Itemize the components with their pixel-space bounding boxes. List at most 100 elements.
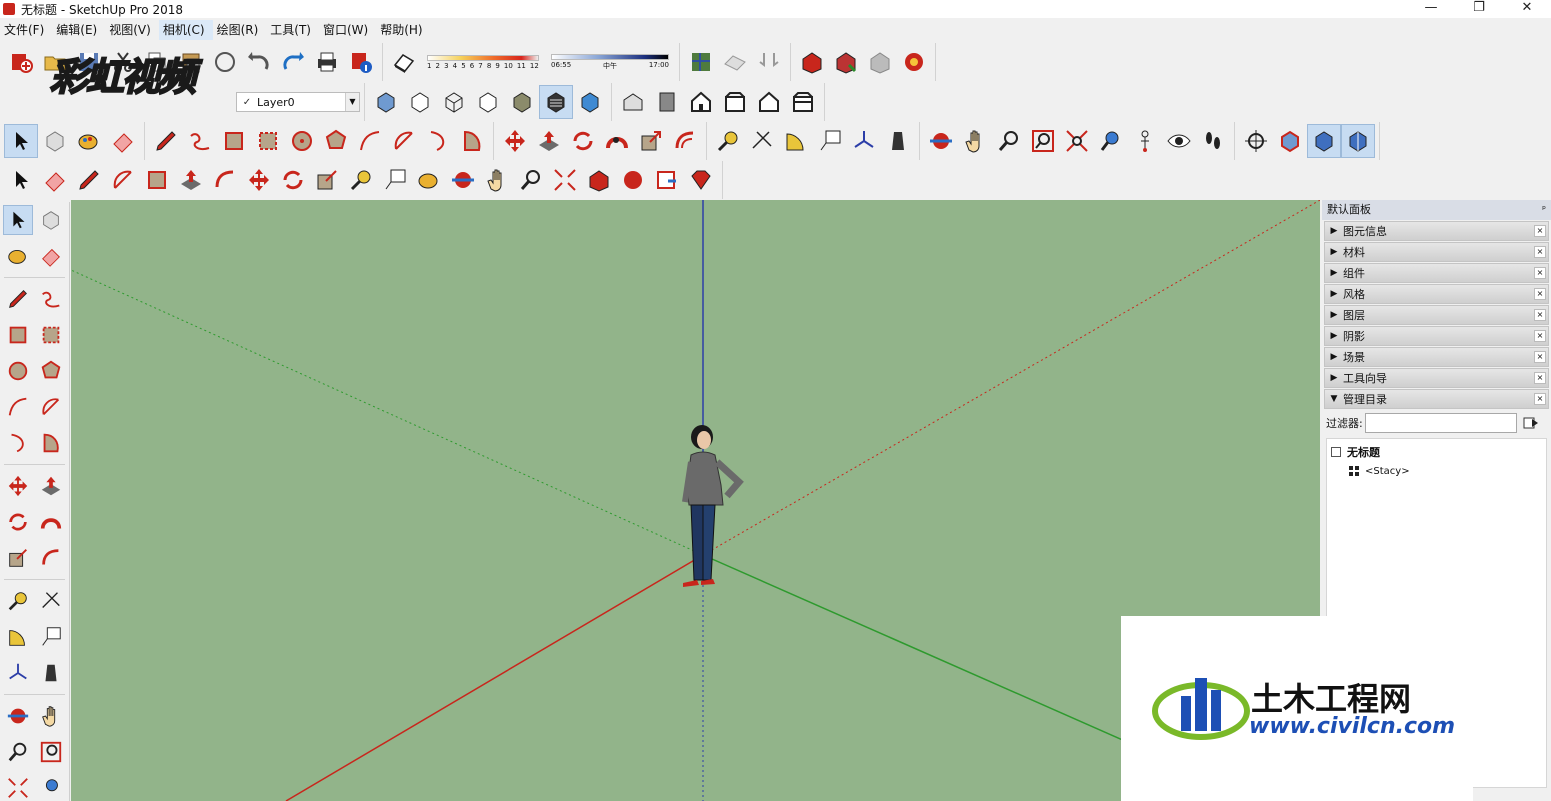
make-component-tool[interactable] — [36, 205, 66, 235]
time-slider-track[interactable] — [551, 53, 669, 60]
shaded-textures-button[interactable] — [539, 85, 573, 119]
circle-tool-button[interactable] — [285, 124, 319, 158]
panel-styles[interactable]: ▶ 风格 × — [1324, 284, 1549, 304]
close-icon[interactable]: × — [1534, 309, 1546, 321]
close-icon[interactable]: × — [1534, 288, 1546, 300]
display-section-planes-button[interactable] — [1273, 124, 1307, 158]
make-component-button[interactable] — [38, 124, 72, 158]
pan-tool[interactable] — [36, 701, 66, 731]
restore-button[interactable]: ❐ — [1455, 0, 1503, 18]
filter-input[interactable] — [1364, 413, 1517, 433]
offset-tool-button-2[interactable] — [208, 163, 242, 197]
menu-draw[interactable]: 绘图(R) — [213, 20, 267, 40]
panel-instructor[interactable]: ▶ 工具向导 × — [1324, 368, 1549, 388]
eraser-tool[interactable] — [36, 241, 66, 271]
extension-warehouse-button[interactable] — [897, 45, 931, 79]
rotate-tool[interactable] — [3, 507, 33, 537]
pan-button[interactable] — [958, 124, 992, 158]
zoom-extents-tool[interactable] — [3, 773, 33, 801]
back-view-button[interactable] — [752, 85, 786, 119]
toggle-terrain-button[interactable] — [718, 45, 752, 79]
panel-entity-info[interactable]: ▶ 图元信息 × — [1324, 221, 1549, 241]
top-view-button[interactable] — [650, 85, 684, 119]
push-pull-tool[interactable] — [36, 471, 66, 501]
zoom-window-button[interactable] — [1026, 124, 1060, 158]
scale-tool-button[interactable] — [634, 124, 668, 158]
rotate-tool-button[interactable] — [566, 124, 600, 158]
menu-camera[interactable]: 相机(C) — [158, 20, 213, 40]
follow-me-tool[interactable] — [36, 507, 66, 537]
3d-warehouse-button-2[interactable] — [582, 163, 616, 197]
protractor-button[interactable] — [779, 124, 813, 158]
3pt-arc-tool[interactable] — [3, 428, 33, 458]
outliner-item[interactable]: <Stacy> — [1331, 461, 1542, 481]
wireframe-button[interactable] — [437, 85, 471, 119]
rectangle-tool-button[interactable] — [217, 124, 251, 158]
line-tool-button-2[interactable] — [72, 163, 106, 197]
tape-measure-button-2[interactable] — [344, 163, 378, 197]
select-tool-button-2[interactable] — [4, 163, 38, 197]
zoom-extents-button-2[interactable] — [548, 163, 582, 197]
panel-shadows[interactable]: ▶ 阴影 × — [1324, 326, 1549, 346]
move-tool[interactable] — [3, 471, 33, 501]
share-component-button[interactable] — [863, 45, 897, 79]
paint-bucket-button[interactable] — [72, 124, 106, 158]
3d-text-button[interactable] — [881, 124, 915, 158]
extension-manager-button[interactable] — [684, 163, 718, 197]
panel-scenes[interactable]: ▶ 场景 × — [1324, 347, 1549, 367]
right-view-button[interactable] — [718, 85, 752, 119]
zoom-extents-button[interactable] — [1060, 124, 1094, 158]
print-button[interactable] — [310, 45, 344, 79]
previous-view-button[interactable] — [1094, 124, 1128, 158]
pie-tool[interactable] — [36, 428, 66, 458]
dimension-tool[interactable] — [36, 586, 66, 616]
look-around-button[interactable] — [1162, 124, 1196, 158]
line-tool[interactable] — [3, 284, 33, 314]
date-slider-track[interactable] — [427, 54, 539, 61]
section-plane-button[interactable] — [1239, 124, 1273, 158]
tape-measure-tool[interactable] — [3, 586, 33, 616]
hidden-line-button[interactable] — [471, 85, 505, 119]
move-tool-button-2[interactable] — [242, 163, 276, 197]
outliner-details-icon[interactable] — [1523, 415, 1539, 431]
close-icon[interactable]: × — [1534, 330, 1546, 342]
close-icon[interactable]: × — [1534, 393, 1546, 405]
push-pull-button-2[interactable] — [174, 163, 208, 197]
panel-components[interactable]: ▶ 组件 × — [1324, 263, 1549, 283]
model-info-button[interactable] — [344, 45, 378, 79]
minimize-button[interactable]: — — [1407, 0, 1455, 18]
pan-button-2[interactable] — [480, 163, 514, 197]
2pt-arc-tool[interactable] — [36, 392, 66, 422]
display-section-fill-button[interactable] — [1341, 124, 1375, 158]
move-tool-button[interactable] — [498, 124, 532, 158]
panel-outliner[interactable]: ▼ 管理目录 × — [1324, 389, 1549, 409]
scale-tool-button-2[interactable] — [310, 163, 344, 197]
pie-tool-button[interactable] — [455, 124, 489, 158]
previous-view-tool[interactable] — [36, 773, 66, 801]
menu-help[interactable]: 帮助(H) — [376, 20, 430, 40]
shadow-toggle-button[interactable] — [387, 45, 421, 79]
select-tool[interactable] — [3, 205, 34, 235]
menu-view[interactable]: 视图(V) — [105, 20, 159, 40]
eraser-button[interactable] — [106, 124, 140, 158]
zoom-button-2[interactable] — [514, 163, 548, 197]
paint-bucket-button-2[interactable] — [412, 163, 446, 197]
3pt-arc-tool-button[interactable] — [421, 124, 455, 158]
add-location-button[interactable] — [684, 45, 718, 79]
follow-me-button[interactable] — [600, 124, 634, 158]
time-slider[interactable]: 06:55 中午 17:00 — [551, 53, 669, 71]
arc-tool-button[interactable] — [353, 124, 387, 158]
select-tool-button[interactable] — [4, 124, 38, 158]
protractor-tool[interactable] — [3, 622, 33, 652]
rotated-rectangle-tool[interactable] — [36, 320, 66, 350]
left-view-button[interactable] — [786, 85, 820, 119]
erase-button[interactable] — [208, 45, 242, 79]
layer-dropdown[interactable]: ✓ Layer0 ▼ — [236, 92, 360, 112]
pin-icon[interactable]: ᵖ — [1542, 200, 1546, 220]
walk-button[interactable] — [1196, 124, 1230, 158]
scale-tool[interactable] — [3, 543, 33, 573]
polygon-tool[interactable] — [36, 356, 66, 386]
new-model-button[interactable] — [4, 45, 38, 79]
3d-warehouse-button[interactable] — [795, 45, 829, 79]
share-model-button[interactable] — [829, 45, 863, 79]
